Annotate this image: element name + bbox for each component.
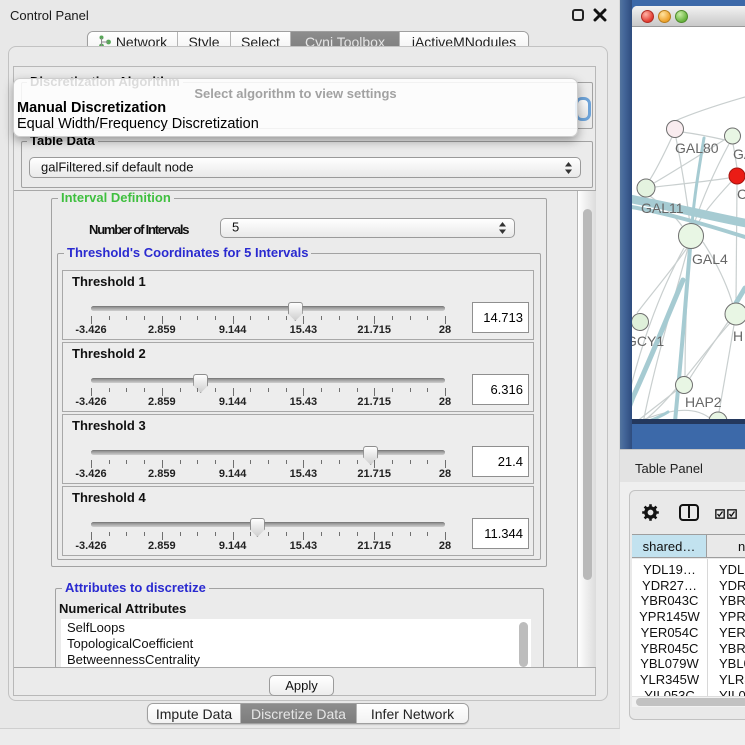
svg-text:H: H bbox=[733, 328, 743, 344]
svg-text:GAL11: GAL11 bbox=[641, 200, 684, 216]
svg-text:GCY1: GCY1 bbox=[632, 333, 664, 349]
svg-text:GAL80: GAL80 bbox=[675, 140, 719, 156]
svg-text:C: C bbox=[737, 186, 745, 202]
svg-text:GA: GA bbox=[733, 146, 745, 162]
svg-text:GAL4: GAL4 bbox=[692, 251, 728, 267]
svg-text:HAP2: HAP2 bbox=[685, 394, 722, 410]
